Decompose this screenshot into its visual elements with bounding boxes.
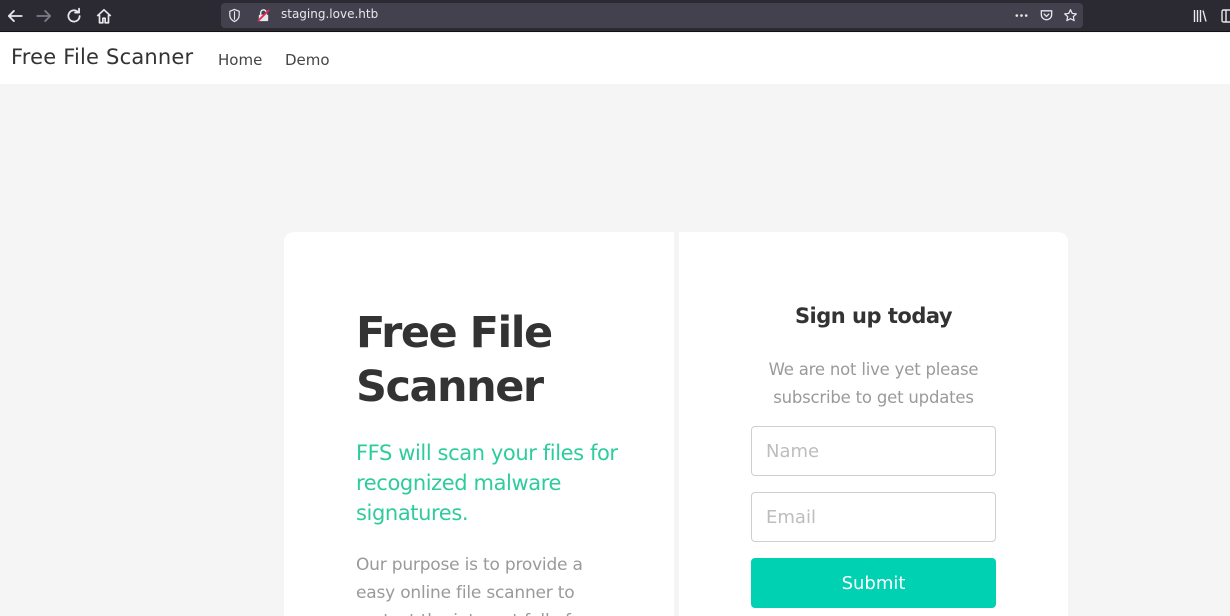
hero-subtitle: FFS will scan your files for recognized … — [356, 441, 618, 525]
reload-button[interactable] — [62, 4, 86, 28]
reader-button[interactable] — [1216, 4, 1230, 28]
insecure-lock-icon[interactable] — [255, 7, 272, 24]
library-button[interactable] — [1188, 4, 1212, 28]
signup-text: We are not live yet please subscribe to … — [768, 360, 979, 407]
reload-icon — [67, 7, 81, 23]
browser-toolbar: staging.love.htb — [0, 0, 1230, 32]
hero-description: Our purpose is to provide a easy online … — [356, 555, 583, 616]
signup-title: Sign up today — [794, 304, 953, 328]
home-button[interactable] — [92, 4, 116, 28]
more-dots-icon[interactable] — [1013, 7, 1030, 24]
nav-link-demo[interactable]: Demo — [285, 51, 330, 69]
star-icon[interactable] — [1062, 7, 1079, 24]
home-icon — [96, 8, 112, 24]
shield-icon[interactable] — [226, 7, 243, 24]
hero-title: Free File Scanner — [356, 308, 553, 412]
name-input[interactable] — [751, 426, 996, 476]
brand-logo[interactable]: Free File Scanner — [11, 45, 193, 69]
arrow-left-icon — [7, 10, 23, 22]
pocket-icon[interactable] — [1038, 7, 1055, 24]
submit-button[interactable]: Submit — [751, 558, 996, 608]
nav-link-home[interactable]: Home — [218, 51, 262, 69]
forward-button[interactable] — [32, 4, 56, 28]
arrow-right-icon — [36, 10, 52, 22]
site-navbar: Free File Scanner Home Demo — [0, 33, 1230, 84]
url-text[interactable]: staging.love.htb — [281, 7, 378, 21]
library-icon — [1193, 10, 1207, 22]
email-input[interactable] — [751, 492, 996, 542]
url-bar[interactable]: staging.love.htb — [221, 3, 1083, 28]
back-button[interactable] — [3, 4, 27, 28]
reader-icon — [1221, 9, 1230, 23]
